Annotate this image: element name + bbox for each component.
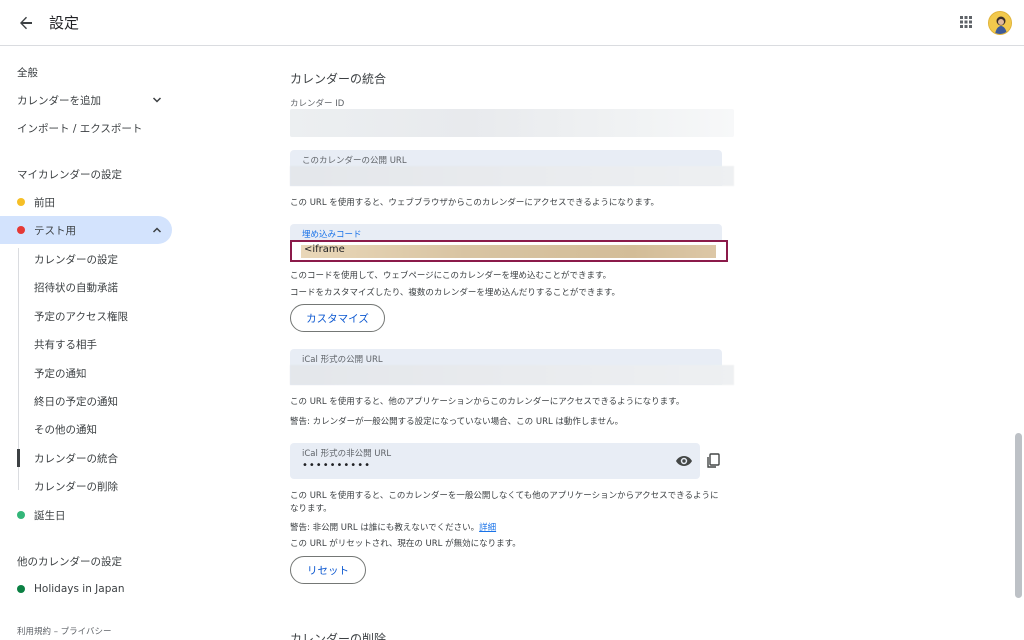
ical-public-url-description: この URL を使用すると、他のアプリケーションからこのカレンダーにアクセスでき… (290, 397, 685, 407)
sidebar-item-calendar-test[interactable]: テスト用 (0, 216, 172, 244)
remove-calendar-section-title: カレンダーの削除 (290, 632, 387, 640)
ical-secret-url-field[interactable]: iCal 形式の非公開 URL •••••••••• (290, 443, 700, 479)
sidebar-item-label: テスト用 (34, 224, 76, 237)
ical-secret-url-description-1: この URL を使用すると、このカレンダーを一般公開しなくても他のアプリケーショ… (290, 491, 719, 501)
sidebar-item-add-calendar[interactable]: カレンダーを追加 (0, 86, 172, 114)
back-arrow-icon[interactable] (14, 11, 38, 35)
sidebar-item-calendar-settings[interactable]: カレンダーの設定 (0, 245, 172, 273)
sidebar-item-calendar-maeda[interactable]: 前田 (0, 188, 172, 216)
calendar-id-label: カレンダー ID (290, 99, 345, 109)
sidebar-item-event-notifications[interactable]: 予定の通知 (0, 359, 172, 387)
sidebar-item-share-with[interactable]: 共有する相手 (0, 330, 172, 358)
sidebar-item-label: カレンダーを追加 (17, 94, 101, 107)
sidebar-item-label: 全般 (17, 66, 38, 79)
sidebar-item-label: 誕生日 (34, 509, 66, 522)
sidebar-item-auto-accept[interactable]: 招待状の自動承諾 (0, 273, 172, 301)
sidebar-item-import-export[interactable]: インポート / エクスポート (0, 114, 172, 142)
scrollbar-thumb[interactable] (1015, 433, 1022, 598)
warning-text: 警告: 非公開 URL は誰にも教えないでください。 (290, 523, 480, 533)
app-header: 設定 (0, 0, 1024, 46)
sidebar-item-label: 共有する相手 (34, 338, 97, 351)
copy-icon[interactable] (706, 453, 720, 469)
sidebar-item-label: カレンダーの統合 (34, 452, 118, 465)
public-url-description: この URL を使用すると、ウェブブラウザからこのカレンダーにアクセスできるよう… (290, 198, 659, 208)
sidebar-item-all-day-notifications[interactable]: 終日の予定の通知 (0, 387, 172, 415)
ical-secret-url-warning: 警告: 非公開 URL は誰にも教えないでください。詳細 (290, 521, 496, 533)
account-avatar[interactable] (988, 11, 1012, 35)
my-calendars-heading: マイカレンダーの設定 (17, 169, 122, 181)
ical-secret-url-description-2: なります。 (290, 504, 332, 514)
other-calendars-heading: 他のカレンダーの設定 (17, 556, 122, 568)
sidebar-item-label: 前田 (34, 196, 55, 209)
embed-code-value-blur (301, 245, 716, 258)
sidebar-item-calendar-birthdays[interactable]: 誕生日 (0, 501, 172, 529)
embed-code-description-2: コードをカスタマイズしたり、複数のカレンダーを埋め込んだりすることができます。 (290, 288, 621, 298)
integrate-calendar-section: カレンダーの統合 カレンダー ID このカレンダーの公開 URL この URL … (290, 47, 740, 640)
eye-icon[interactable] (675, 453, 693, 469)
sidebar-item-calendar-holidays[interactable]: Holidays in Japan (0, 575, 172, 603)
ical-public-url-warning: 警告: カレンダーが一般公開する設定になっていない場合、この URL は動作しま… (290, 417, 624, 427)
calendar-color-dot (17, 198, 25, 206)
sidebar-item-label: 予定の通知 (34, 367, 87, 380)
sidebar-item-label: インポート / エクスポート (17, 122, 143, 135)
embed-code-highlight[interactable]: <iframe (290, 240, 728, 262)
reset-description: この URL がリセットされ、現在の URL が無効になります。 (290, 539, 521, 549)
ical-public-url-value (290, 365, 734, 385)
embed-code-value: <iframe (304, 244, 345, 255)
customize-button[interactable]: カスタマイズ (290, 304, 385, 332)
embed-code-description-1: このコードを使用して、ウェブページにこのカレンダーを埋め込むことができます。 (290, 271, 612, 281)
calendar-id-value[interactable] (290, 109, 734, 137)
sidebar-item-remove-calendar[interactable]: カレンダーの削除 (0, 472, 172, 500)
reset-button[interactable]: リセット (290, 556, 366, 584)
ical-public-url-label: iCal 形式の公開 URL (302, 355, 383, 365)
public-url-value (290, 166, 734, 186)
sidebar-item-label: カレンダーの削除 (34, 480, 118, 493)
sidebar-item-integrate-calendar[interactable]: カレンダーの統合 (0, 444, 172, 472)
sidebar-item-other-notifications[interactable]: その他の通知 (0, 415, 172, 443)
details-link[interactable]: 詳細 (479, 523, 496, 533)
calendar-color-dot (17, 585, 25, 593)
section-title: カレンダーの統合 (290, 72, 387, 86)
embed-code-label: 埋め込みコード (302, 230, 362, 240)
ical-secret-url-value: •••••••••• (302, 460, 371, 471)
sidebar-item-label: その他の通知 (34, 423, 97, 436)
ical-secret-url-label: iCal 形式の非公開 URL (302, 449, 392, 459)
sidebar-item-label: カレンダーの設定 (34, 253, 118, 266)
calendar-color-dot (17, 226, 25, 234)
sidebar-item-label: 予定のアクセス権限 (34, 310, 128, 323)
public-url-field[interactable]: このカレンダーの公開 URL (290, 150, 734, 186)
public-url-label: このカレンダーの公開 URL (302, 156, 407, 166)
footer-links[interactable]: 利用規約 – プライバシー (17, 625, 112, 637)
chevron-down-icon (152, 97, 162, 103)
sidebar-item-label: Holidays in Japan (34, 583, 125, 595)
sidebar-item-general[interactable]: 全般 (0, 58, 172, 86)
sidebar-item-access-permissions[interactable]: 予定のアクセス権限 (0, 302, 172, 330)
ical-public-url-field[interactable]: iCal 形式の公開 URL (290, 349, 734, 385)
chevron-up-icon (152, 227, 162, 233)
calendar-color-dot (17, 511, 25, 519)
sidebar-item-label: 終日の予定の通知 (34, 395, 118, 408)
apps-grid-icon[interactable] (956, 12, 976, 32)
sidebar-item-label: 招待状の自動承諾 (34, 281, 118, 294)
page-title: 設定 (49, 14, 80, 32)
settings-sidebar: 全般 カレンダーを追加 インポート / エクスポート マイカレンダーの設定 前田… (0, 47, 180, 640)
